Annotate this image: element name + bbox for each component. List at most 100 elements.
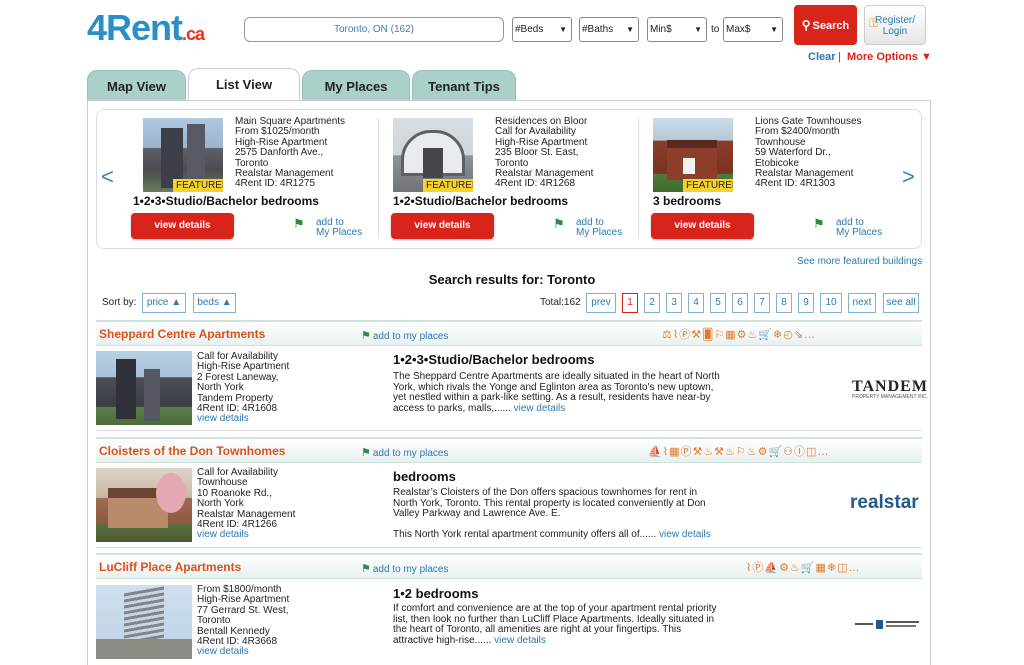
listing-bedrooms: 1•2 bedrooms (393, 586, 479, 601)
add-place-icon: ⚑ (361, 563, 371, 575)
add-place-icon: ⚑ (361, 447, 371, 459)
location-input[interactable]: Toronto, ON (162) (244, 17, 504, 42)
register-login-button[interactable]: ⚿ Register/Login (864, 5, 926, 45)
to-label: to (711, 24, 720, 35)
add-to-my-places-link[interactable]: ⚑ add to my places (361, 446, 448, 459)
add-place-icon[interactable]: ⚑ (293, 216, 305, 232)
divider (96, 547, 922, 548)
add-place-icon[interactable]: ⚑ (553, 216, 565, 232)
add-to-my-places-link[interactable]: add to My Places (576, 218, 622, 238)
site-logo[interactable]: 4Rent.ca (87, 8, 205, 54)
tab-list-view[interactable]: List View (188, 68, 300, 101)
listing-description: Realstar’s Cloisters of the Don offers s… (393, 487, 706, 519)
featured-bedrooms: 3 bedrooms (653, 194, 722, 208)
company-logo-subtitle: PROPERTY MANAGEMENT INC. (852, 394, 928, 400)
listing-photo[interactable] (96, 351, 192, 425)
chevron-down-icon: ▼ (694, 25, 702, 34)
tab-my-places[interactable]: My Places (302, 70, 410, 100)
amenity-icons: ⌇Ⓟ⛵⚙♨🛒▦❄◫… (746, 562, 861, 574)
divider (378, 118, 379, 238)
view-details-link[interactable]: view details (659, 529, 711, 540)
add-to-my-places-link[interactable]: ⚑ add to my places (361, 329, 448, 342)
view-details-link[interactable]: view details (197, 414, 289, 425)
page-1[interactable]: 1 (622, 293, 638, 313)
sort-beds-button[interactable]: beds ▲ (193, 293, 236, 313)
featured-id: 4Rent ID: 4R1268 (495, 178, 576, 190)
beds-select[interactable]: #Beds ▼ (512, 17, 572, 42)
listing-title[interactable]: Cloisters of the Don Townhomes (99, 444, 285, 458)
divider (638, 118, 639, 238)
page-4[interactable]: 4 (688, 293, 704, 313)
view-details-button[interactable]: view details (131, 213, 234, 239)
company-logo-bentall-kennedy (855, 620, 920, 630)
tab-tenant-tips[interactable]: Tenant Tips (412, 70, 516, 100)
listing-description-more: This North York rental apartment communi… (393, 529, 711, 540)
listing-title[interactable]: Sheppard Centre Apartments (99, 327, 265, 341)
min-price-select[interactable]: Min$ ▼ (647, 17, 707, 42)
max-price-select[interactable]: Max$ ▼ (723, 17, 783, 42)
carousel-next-arrow[interactable]: > (902, 164, 915, 190)
separator: | (838, 51, 841, 63)
featured-badge: FEATURED (683, 179, 733, 192)
add-place-icon[interactable]: ⚑ (813, 216, 825, 232)
listing-description: The Sheppard Centre Apartments are ideal… (393, 371, 720, 414)
view-details-link[interactable]: view details (197, 530, 295, 541)
featured-bedrooms: 1•2•Studio/Bachelor bedrooms (393, 194, 569, 208)
featured-photo[interactable]: FEATURED (393, 118, 473, 192)
search-icon: ⚲ (801, 18, 811, 32)
more-options-link[interactable]: More Options ▼ (847, 51, 932, 63)
add-place-icon: ⚑ (361, 330, 371, 342)
page-next[interactable]: next (848, 293, 876, 313)
listing-info: Call for Availability High-Rise Apartment… (197, 351, 290, 425)
listing-description: If comfort and convenience are at the to… (393, 603, 717, 646)
featured-info: Main Square Apartments From $1025/month … (235, 116, 345, 190)
page-10[interactable]: 10 (820, 293, 842, 313)
featured-id: 4Rent ID: 4R1275 (235, 178, 316, 190)
listing-bedrooms: bedrooms (393, 469, 456, 484)
page-8[interactable]: 8 (776, 293, 792, 313)
view-details-button[interactable]: view details (651, 213, 754, 239)
view-details-link[interactable]: view details (494, 635, 546, 646)
page-3[interactable]: 3 (666, 293, 682, 313)
listing-info: From $1800/month High-Rise Apartment 77 Ge… (197, 584, 290, 658)
amenity-icons: ⚖⌇Ⓟ⚒🂠⚐▦⚙♨🛒❄◴⇘… (662, 329, 817, 341)
page-prev[interactable]: prev (586, 293, 616, 313)
add-to-my-places-link[interactable]: add to My Places (316, 218, 362, 238)
featured-badge: FEATURED (423, 179, 473, 192)
see-more-featured-link[interactable]: See more featured buildings (797, 256, 922, 267)
featured-photo[interactable]: FEATURED (653, 118, 733, 192)
featured-badge: FEATURED (173, 179, 223, 192)
page-2[interactable]: 2 (644, 293, 660, 313)
results-title: Search results for: Toronto (428, 272, 596, 287)
page-5[interactable]: 5 (710, 293, 726, 313)
view-details-link[interactable]: view details (514, 403, 566, 414)
chevron-down-icon: ▼ (770, 25, 778, 34)
featured-info: Residences on Bloor Call for Availabilit… (495, 116, 593, 190)
sort-price-button[interactable]: price ▲ (142, 293, 186, 313)
add-to-my-places-link[interactable]: ⚑ add to my places (361, 562, 448, 575)
tab-map-view[interactable]: Map View (87, 70, 186, 100)
view-details-link[interactable]: view details (197, 647, 289, 658)
listing-info: Call for Availability Townhouse 10 Roanoke… (197, 467, 296, 541)
baths-select[interactable]: #Baths ▼ (579, 17, 639, 42)
listing-photo[interactable] (96, 468, 192, 542)
sort-by-label: Sort by: (102, 297, 137, 308)
featured-info: Lions Gate Townhouses From $2400/month T… (755, 116, 862, 190)
page-7[interactable]: 7 (754, 293, 770, 313)
featured-bedrooms: 1•2•3•Studio/Bachelor bedrooms (133, 194, 319, 208)
search-button[interactable]: ⚲ Search (794, 5, 857, 45)
featured-id: 4Rent ID: 4R1303 (755, 178, 836, 190)
chevron-down-icon: ▼ (559, 25, 567, 34)
page-6[interactable]: 6 (732, 293, 748, 313)
listing-photo[interactable] (96, 585, 192, 659)
key-icon: ⚿ (869, 16, 879, 30)
add-to-my-places-link[interactable]: add to My Places (836, 218, 882, 238)
page-9[interactable]: 9 (798, 293, 814, 313)
results-total: Total:162 (540, 297, 581, 308)
page-see-all[interactable]: see all (883, 293, 919, 313)
clear-link[interactable]: Clear (808, 51, 836, 63)
featured-photo[interactable]: FEATURED (143, 118, 223, 192)
listing-title[interactable]: LuCliff Place Apartments (99, 560, 241, 574)
view-details-button[interactable]: view details (391, 213, 494, 239)
carousel-prev-arrow[interactable]: < (101, 164, 114, 190)
